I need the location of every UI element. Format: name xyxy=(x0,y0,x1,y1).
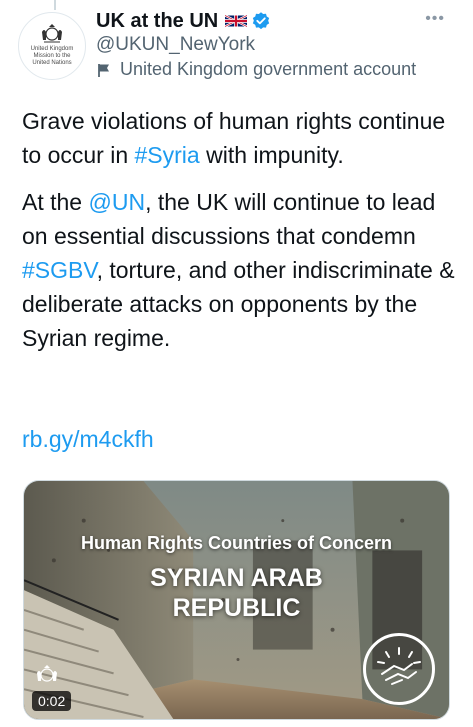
tweet-text-segment: At the xyxy=(22,189,89,215)
government-account-text: United Kingdom government account xyxy=(120,59,417,79)
tweet-header: United Kingdom Mission to the United Nat… xyxy=(0,0,473,90)
royal-crest-icon xyxy=(37,665,57,682)
name-row: UK at the UN xyxy=(96,8,271,34)
tweet-paragraph-2: At the @UN, the UK will continue to lead… xyxy=(22,185,462,355)
government-account-label: United Kingdom government account xyxy=(96,59,416,80)
avatar[interactable]: United Kingdom Mission to the United Nat… xyxy=(18,12,86,80)
video-country: SYRIAN ARAB REPUBLIC xyxy=(24,563,449,623)
avatar-text: United Kingdom Mission to the United Nat… xyxy=(23,46,81,67)
video-country-line-1: SYRIAN ARAB xyxy=(150,564,323,592)
video-title: Human Rights Countries of Concern xyxy=(80,533,392,553)
avatar-text-line-1: United Kingdom xyxy=(30,45,74,52)
tweet-text: Grave violations of human rights continu… xyxy=(22,104,462,355)
avatar-text-line-3: United Nations xyxy=(32,59,72,66)
hashtag-sgbv[interactable]: #SGBV xyxy=(22,257,97,283)
flag-icon xyxy=(98,63,109,77)
mention-un[interactable]: @UN xyxy=(88,189,145,215)
display-name[interactable]: UK at the UN xyxy=(96,10,218,33)
avatar-text-line-2: Mission to the xyxy=(33,52,71,59)
video-media[interactable]: Human Rights Countries of Concern SYRIAN… xyxy=(23,480,450,720)
video-country-line-2: REPUBLIC xyxy=(172,594,301,622)
tweet-text-segment: with impunity. xyxy=(199,142,344,168)
tweet-link[interactable]: rb.gy/m4ckfh xyxy=(22,422,154,456)
tweet-paragraph-1: Grave violations of human rights continu… xyxy=(22,104,462,172)
uk-flag-icon xyxy=(225,14,248,28)
thread-line xyxy=(54,0,56,10)
hands-icon xyxy=(377,647,421,685)
royal-crest-icon xyxy=(42,23,62,42)
hands-emblem-icon xyxy=(363,633,435,705)
more-options-icon[interactable]: ••• xyxy=(425,10,445,28)
verified-badge-icon xyxy=(253,12,270,30)
hashtag-syria[interactable]: #Syria xyxy=(135,142,200,168)
account-handle[interactable]: @UKUN_NewYork xyxy=(96,34,255,56)
video-timer: 0:02 xyxy=(32,691,72,711)
